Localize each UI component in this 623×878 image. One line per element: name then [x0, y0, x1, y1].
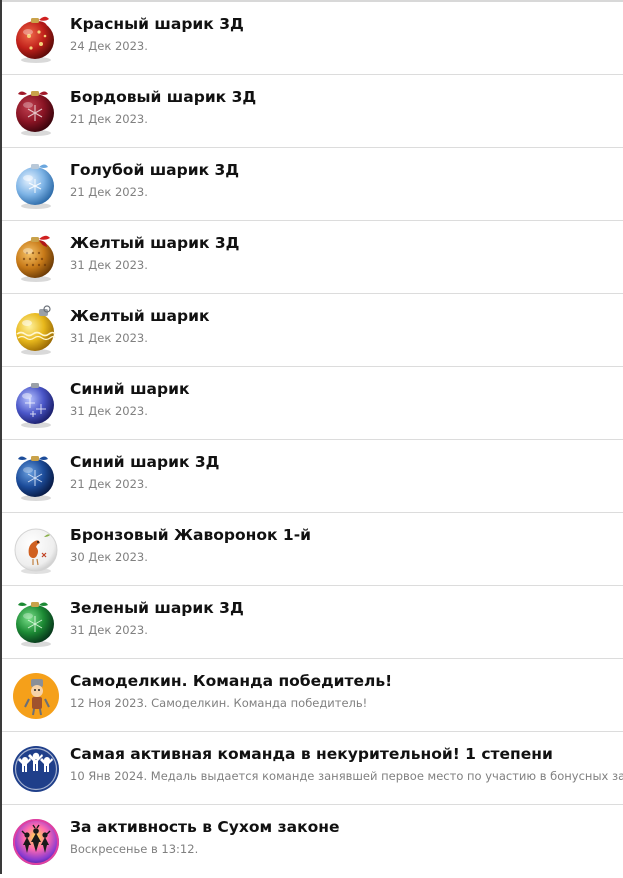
award-title[interactable]: За активность в Сухом законе — [70, 818, 339, 836]
list-item[interactable]: Зеленый шарик 3Д 31 Дек 2023. — [2, 586, 623, 659]
award-title[interactable]: Синий шарик 3Д — [70, 453, 219, 471]
blue-ornament-3d-icon — [11, 450, 61, 502]
yellow-ornament-icon — [11, 304, 61, 356]
award-title[interactable]: Синий шарик — [70, 380, 189, 398]
list-item[interactable]: Красный шарик 3Д 24 Дек 2023. — [2, 2, 623, 75]
award-title[interactable]: Бордовый шарик 3Д — [70, 88, 256, 106]
list-item[interactable]: Бордовый шарик 3Д 21 Дек 2023. — [2, 75, 623, 148]
list-item[interactable]: Голубой шарик 3Д 21 Дек 2023. — [2, 148, 623, 221]
list-item[interactable]: Желтый шарик 31 Дек 2023. — [2, 294, 623, 367]
list-item[interactable]: Самоделкин. Команда победитель! 12 Ноя 2… — [2, 659, 623, 732]
award-date: 21 Дек 2023. — [70, 477, 148, 491]
light-blue-ornament-3d-icon — [11, 158, 61, 210]
award-date: 30 Дек 2023. — [70, 550, 148, 564]
award-title[interactable]: Зеленый шарик 3Д — [70, 599, 244, 617]
award-date: 31 Дек 2023. — [70, 404, 148, 418]
award-date: 31 Дек 2023. — [70, 623, 148, 637]
list-item[interactable]: Бронзовый Жаворонок 1-й 30 Дек 2023. — [2, 513, 623, 586]
list-item[interactable]: Самая активная команда в некурительной! … — [2, 732, 623, 805]
award-title[interactable]: Самая активная команда в некурительной! … — [70, 745, 553, 763]
award-title[interactable]: Бронзовый Жаворонок 1-й — [70, 526, 311, 544]
awards-list: Красный шарик 3Д 24 Дек 2023. Бордовый ш… — [2, 2, 623, 878]
list-item[interactable]: Синий шарик 31 Дек 2023. — [2, 367, 623, 440]
green-ornament-3d-icon — [11, 596, 61, 648]
list-item[interactable]: Желтый шарик 3Д 31 Дек 2023. — [2, 221, 623, 294]
award-date: Воскресенье в 13:12. — [70, 842, 199, 856]
list-item[interactable]: Синий шарик 3Д 21 Дек 2023. — [2, 440, 623, 513]
award-description: 12 Ноя 2023. Самоделкин. Команда победит… — [70, 696, 368, 710]
list-item[interactable]: За активность в Сухом законе Воскресенье… — [2, 805, 623, 878]
award-title[interactable]: Самоделкин. Команда победитель! — [70, 672, 392, 690]
red-ornament-3d-icon — [11, 12, 61, 64]
award-description: 10 Янв 2024. Медаль выдается команде зан… — [70, 769, 623, 783]
bronze-lark-medal-icon — [11, 523, 61, 575]
blue-ornament-icon — [11, 377, 61, 429]
award-date: 24 Дек 2023. — [70, 39, 148, 53]
dry-law-activity-icon — [11, 815, 61, 867]
award-title[interactable]: Голубой шарик 3Д — [70, 161, 239, 179]
award-title[interactable]: Желтый шарик 3Д — [70, 234, 239, 252]
award-title[interactable]: Желтый шарик — [70, 307, 210, 325]
samodelkin-team-icon — [11, 669, 61, 721]
award-date: 21 Дек 2023. — [70, 185, 148, 199]
yellow-ornament-3d-icon — [11, 231, 61, 283]
award-date: 21 Дек 2023. — [70, 112, 148, 126]
award-date: 31 Дек 2023. — [70, 258, 148, 272]
burgundy-ornament-3d-icon — [11, 85, 61, 137]
award-date: 31 Дек 2023. — [70, 331, 148, 345]
award-title[interactable]: Красный шарик 3Д — [70, 15, 244, 33]
active-team-medal-icon — [11, 742, 61, 794]
